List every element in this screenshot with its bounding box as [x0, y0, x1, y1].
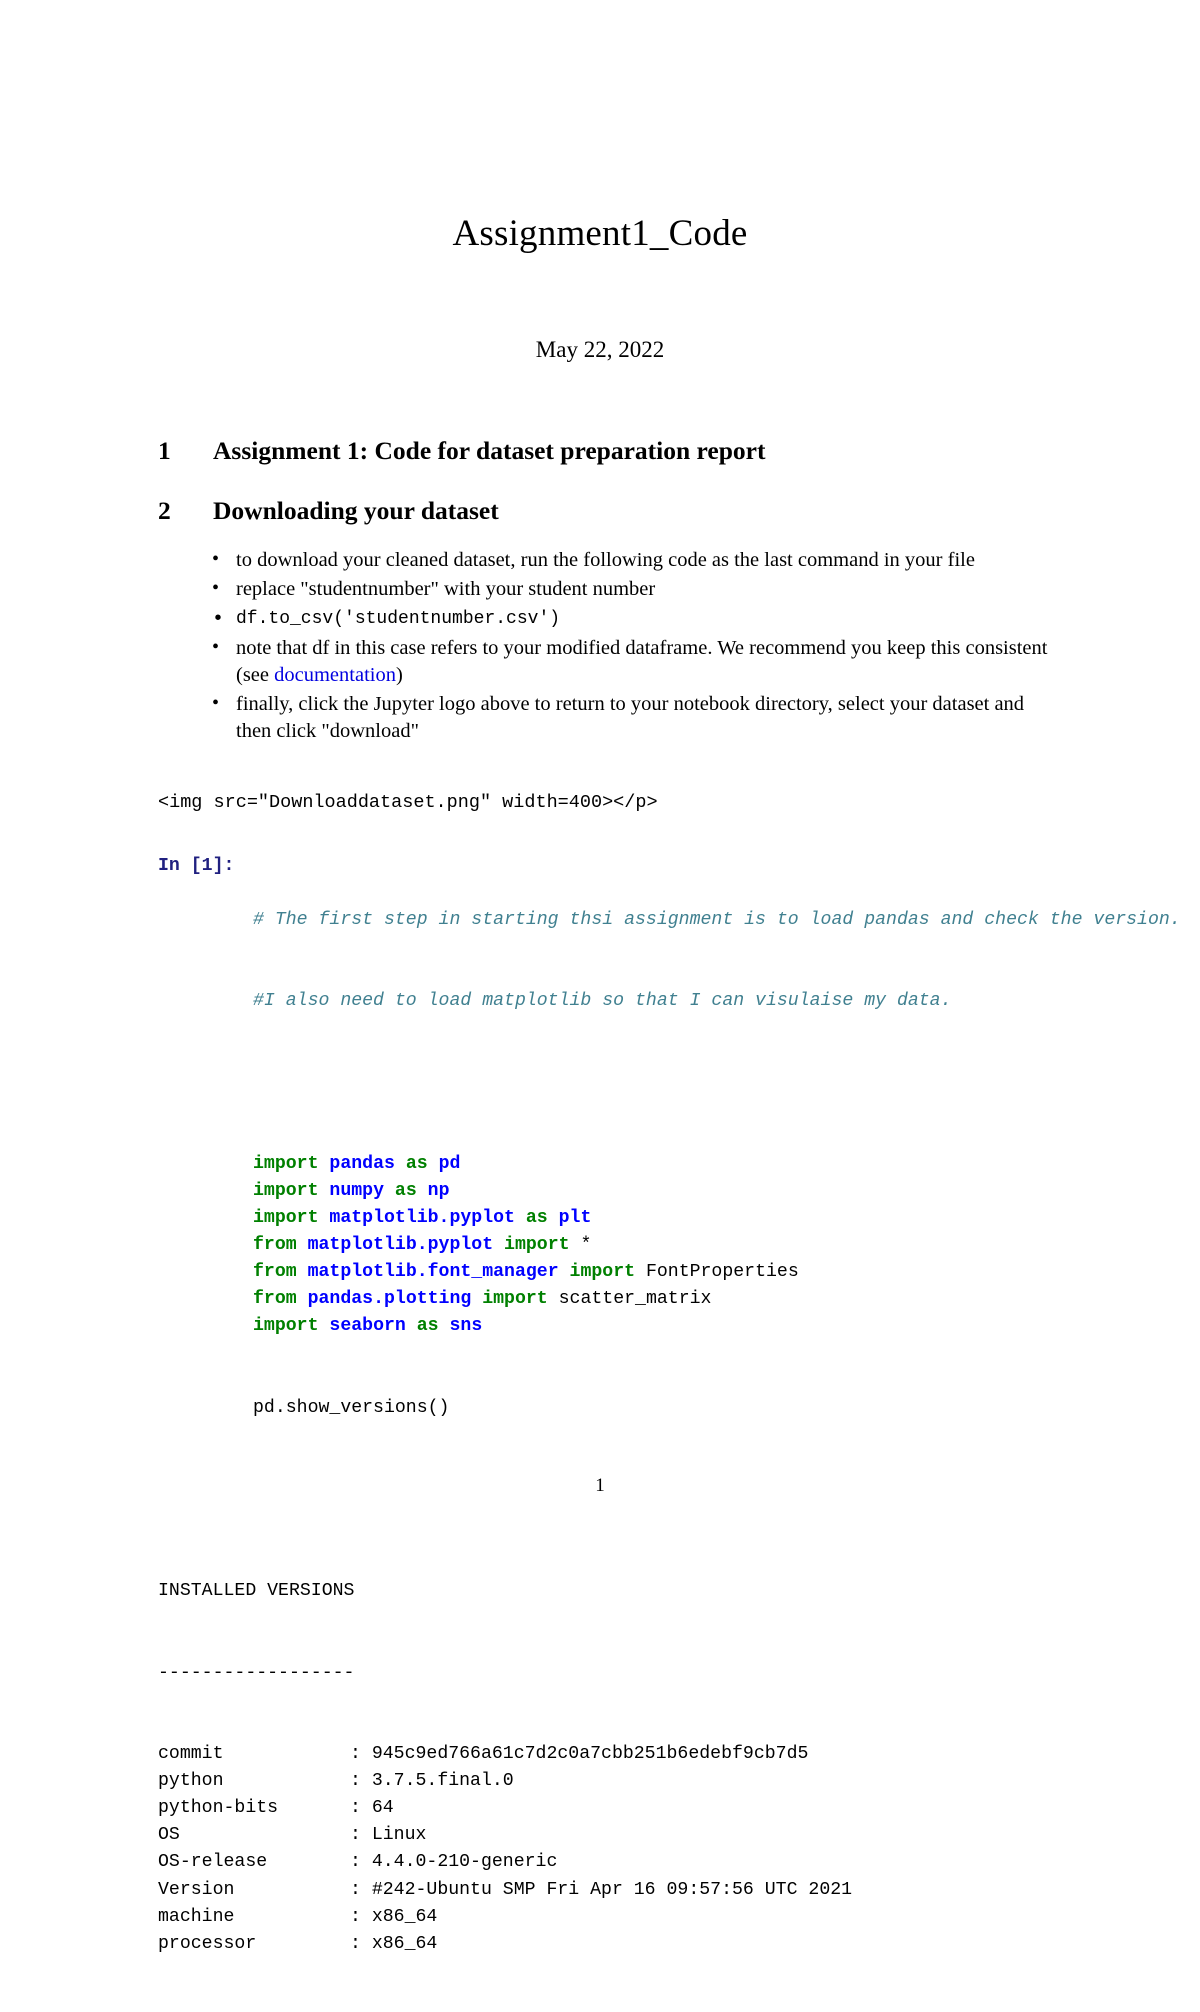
code-comment-line-1: # The first step in starting thsi assign…: [253, 907, 1181, 934]
code-keyword: as: [514, 1208, 548, 1228]
output-row-key: processor: [158, 1933, 257, 1954]
section-title-2: Downloading your dataset: [213, 495, 499, 525]
output-row-value: : Linux: [350, 1825, 427, 1846]
output-row-value: : 4.4.0-210-generic: [350, 1852, 558, 1873]
list-item: finally, click the Jupyter logo above to…: [210, 690, 1060, 744]
code-module: np: [416, 1180, 450, 1201]
output-row-value: : 3.7.5.final.0: [350, 1771, 514, 1792]
output-row-key: Version: [158, 1879, 235, 1900]
code-module: pandas: [318, 1153, 395, 1174]
list-item: to download your cleaned dataset, run th…: [210, 546, 1060, 574]
code-keyword: import: [253, 1316, 319, 1337]
output-row-key: OS: [158, 1825, 180, 1846]
document-body: 1 Assignment 1: Code for dataset prepara…: [140, 363, 1181, 2012]
code-identifier: FontProperties: [635, 1262, 799, 1283]
code-module: matplotlib.pyplot: [296, 1235, 494, 1256]
output-row: processor : x86_64: [158, 1931, 1060, 1958]
code-import-line: import matplotlib.pyplot as plt: [253, 1205, 1060, 1232]
code-module: numpy: [318, 1180, 384, 1201]
code-keyword: as: [394, 1153, 428, 1174]
output-row: Version : #242-Ubuntu SMP Fri Apr 16 09:5…: [158, 1877, 1060, 1904]
output-header: INSTALLED VERSIONS: [158, 1581, 355, 1602]
code-import-line: from matplotlib.pyplot import *: [253, 1232, 1060, 1259]
code-module: sns: [438, 1316, 483, 1337]
code-module: pandas.plotting: [296, 1289, 472, 1310]
section-number-2: 2: [158, 495, 171, 525]
output-row-key: machine: [158, 1906, 235, 1927]
code-identifier: scatter_matrix: [547, 1289, 712, 1310]
comment-text-1: # The first step in starting thsi assign…: [253, 909, 1181, 930]
output-row: python-bits : 64: [158, 1795, 1060, 1822]
code-keyword: import: [253, 1153, 319, 1174]
comment-text-2: #I also need to load matplotlib so that …: [253, 991, 952, 1012]
section-heading-1: 1 Assignment 1: Code for dataset prepara…: [158, 435, 1060, 467]
output-rows: commit : 945c9ed766a61c7d2c0a7cbb251b6ede…: [158, 1741, 1060, 1958]
output-row-value: : #242-Ubuntu SMP Fri Apr 16 09:57:56 UT…: [350, 1879, 853, 1900]
code-import-line: from pandas.plotting import scatter_matr…: [253, 1286, 1060, 1313]
code-cell: In [1]: # The first step in starting ths…: [158, 813, 1181, 1476]
import-statements: import pandas as pd import numpy as np imp…: [253, 1151, 1060, 1341]
code-keyword: import: [253, 1180, 319, 1201]
output-row-key: python: [158, 1771, 224, 1792]
code-keyword: from: [253, 1262, 297, 1283]
code-keyword: from: [253, 1289, 297, 1310]
document-page: Assignment1_Code May 22, 2022 1 Assignme…: [0, 0, 1200, 1954]
output-row-value: : x86_64: [350, 1906, 438, 1927]
code-cell-prompt: In [1]:: [158, 855, 235, 876]
output-separator: ------------------: [158, 1662, 355, 1683]
code-keyword: from: [253, 1235, 297, 1256]
list-item-text-after: ): [395, 663, 403, 686]
code-module: matplotlib.font_manager: [296, 1262, 559, 1283]
raw-html-snippet: <img src="Downloaddataset.png" width=400…: [158, 791, 658, 813]
code-import-line: import seaborn as sns: [253, 1313, 1060, 1340]
section-title-1: Assignment 1: Code for dataset preparati…: [213, 436, 766, 465]
output-row: python : 3.7.5.final.0: [158, 1768, 1060, 1795]
code-import-line: from matplotlib.font_manager import Font…: [253, 1259, 1060, 1286]
output-row-value: : 64: [350, 1798, 394, 1819]
final-call-text: pd.show_versions(): [253, 1397, 450, 1418]
output-row-key: commit: [158, 1743, 224, 1764]
code-identifier: *: [569, 1235, 592, 1256]
output-row-value: : x86_64: [350, 1933, 438, 1954]
instruction-list: to download your cleaned dataset, run th…: [158, 546, 1060, 745]
page-title: Assignment1_Code: [452, 213, 748, 254]
output-row-key: python-bits: [158, 1798, 279, 1819]
code-keyword: import: [558, 1262, 636, 1283]
output-row: machine : x86_64: [158, 1904, 1060, 1931]
code-import-line: import pandas as pd: [253, 1151, 1060, 1178]
code-keyword: as: [405, 1316, 439, 1337]
code-import-line: import numpy as np: [253, 1178, 1060, 1205]
code-module: matplotlib.pyplot: [318, 1208, 515, 1228]
code-keyword: import: [253, 1208, 319, 1228]
code-comment-line-2: #I also need to load matplotlib so that …: [253, 988, 1060, 1015]
code-module: plt: [547, 1208, 592, 1228]
output-row-key: OS-release: [158, 1852, 268, 1873]
list-item: replace "studentnumber" with your studen…: [210, 575, 1060, 603]
section-heading-2: 2 Downloading your dataset: [158, 495, 1060, 527]
code-module: pd: [427, 1153, 461, 1174]
documentation-link[interactable]: documentation: [274, 664, 396, 686]
code-module: seaborn: [318, 1316, 406, 1337]
output-row: commit : 945c9ed766a61c7d2c0a7cbb251b6ede…: [158, 1741, 1060, 1768]
list-item-code: df.to_csv('studentnumber.csv'): [210, 605, 1060, 634]
code-keyword: as: [384, 1180, 417, 1201]
section-2-wrapper: 2 Downloading your dataset: [158, 467, 1060, 527]
cell-output: INSTALLED VERSIONS ------------------ co…: [158, 1476, 1060, 2012]
list-item: note that df in this case refers to your…: [210, 634, 1060, 688]
code-keyword: import: [493, 1235, 570, 1256]
output-row-value: : 945c9ed766a61c7d2c0a7cbb251b6edebf9cb7…: [350, 1743, 809, 1764]
code-final-call: pd.show_versions(): [253, 1395, 1060, 1422]
page-number: 1: [595, 1475, 605, 1496]
output-row: OS-release : 4.4.0-210-generic: [158, 1849, 1060, 1876]
output-row: OS : Linux: [158, 1822, 1060, 1849]
document-date: May 22, 2022: [535, 337, 665, 362]
code-keyword: import: [471, 1289, 548, 1310]
section-number-1: 1: [158, 436, 171, 465]
section-1-wrapper: 1 Assignment 1: Code for dataset prepara…: [158, 363, 1060, 467]
code-cell-source: # The first step in starting thsi assign…: [158, 853, 1181, 1476]
